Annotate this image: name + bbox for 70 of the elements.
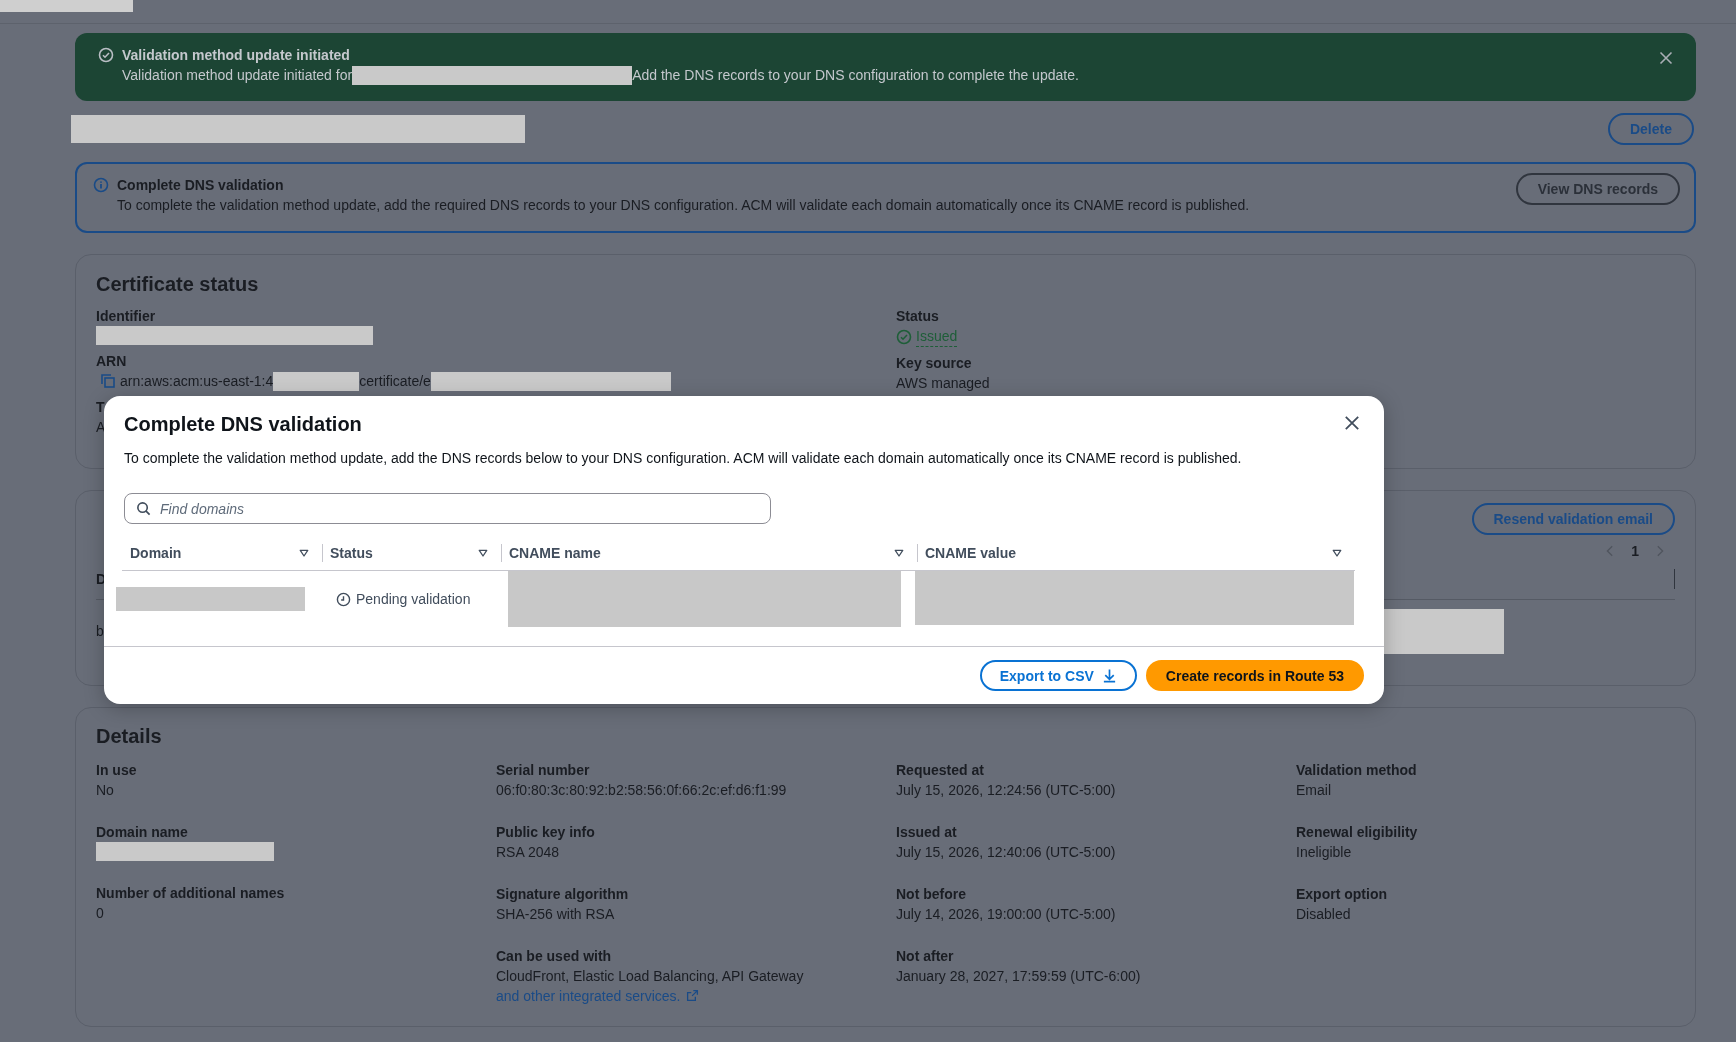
status-value: Issued: [916, 326, 958, 347]
external-link-icon: [686, 989, 700, 1002]
field-value: 06:f0:80:3c:80:92:b2:58:56:0f:66:2c:ef:d6:f1:99: [496, 781, 787, 800]
field-value: 0: [96, 904, 104, 923]
field-label: Issued at: [896, 823, 958, 842]
search-field[interactable]: Find domains: [124, 493, 771, 524]
field-label: Identifier: [96, 307, 157, 326]
message-text: Validation method update initiated for: [122, 66, 353, 85]
field-value: CloudFront, Elastic Load Balancing, API Gateway and other integrated services.: [496, 967, 805, 1006]
field-label: Can be used with: [496, 947, 613, 966]
column-header[interactable]: Status: [322, 536, 501, 570]
export-button[interactable]: Export to CSV: [979, 660, 1137, 691]
view-dns-records-button[interactable]: View DNS records: [1515, 173, 1680, 205]
column-header[interactable]: CNAME value: [917, 536, 1355, 570]
search-icon: [136, 501, 151, 516]
field-label: Public key info: [496, 823, 596, 842]
clock-icon: [336, 591, 351, 607]
sort-caret-icon: [893, 547, 905, 559]
field-value: AWS managed: [896, 374, 990, 393]
field-value: Ineligible: [1296, 843, 1352, 862]
field-label: Domain name: [96, 823, 189, 842]
flash-title: Validation method update initiated: [122, 46, 351, 65]
field-value: arn:aws:acm:us-east-1:4: [120, 372, 274, 391]
field-value: January 28, 2027, 17:59:59 (UTC-6:00): [896, 967, 1141, 986]
field-value: July 15, 2026, 12:40:06 (UTC-5:00): [896, 843, 1116, 862]
field-label: Status: [896, 307, 940, 326]
field-label: T: [96, 398, 106, 417]
field-label: Number of additional names: [96, 884, 286, 903]
status-text: Pending validation: [356, 591, 471, 607]
create-records-button[interactable]: Create records in Route 53: [1145, 660, 1364, 691]
field-label: Not before: [896, 885, 967, 904]
close-icon[interactable]: [1343, 414, 1361, 432]
alert-message: To complete the validation method update, add the required DNS records to your DNS configuration. ACM will validate each domain automatically once its CNAME record is published.: [117, 196, 1251, 215]
success-icon: [98, 47, 114, 63]
field-label: Renewal eligibility: [1296, 823, 1419, 842]
section-title: Certificate status: [96, 272, 260, 297]
field-label: ARN: [96, 352, 128, 371]
field-label: Export option: [1296, 885, 1388, 904]
field-value: July 15, 2026, 12:24:56 (UTC-5:00): [896, 781, 1116, 800]
field-value: RSA 2048: [496, 843, 560, 862]
modal-description: To complete the validation method update, add the DNS records below to your DNS configuration. ACM will validate each domain automatically once its CNAME record is published.: [124, 449, 1242, 468]
close-icon[interactable]: [1658, 50, 1674, 66]
section-title: Details: [96, 724, 163, 749]
field-value: Disabled: [1296, 905, 1351, 924]
field-label: Requested at: [896, 761, 985, 780]
field-value: No: [96, 781, 114, 800]
field-label: Not after: [896, 947, 955, 966]
copy-icon: [100, 373, 116, 389]
field-value: Email: [1296, 781, 1331, 800]
field-label: Signature algorithm: [496, 885, 630, 904]
sort-caret-icon: [1331, 547, 1343, 559]
sort-caret-icon: [477, 547, 489, 559]
field-label: Key source: [896, 354, 973, 373]
field-value: SHA-256 with RSA: [496, 905, 615, 924]
page-number[interactable]: 1: [1631, 543, 1639, 559]
field-value: certificate/e: [359, 372, 431, 391]
modal-title: Complete DNS validation: [124, 413, 362, 436]
column-header[interactable]: Domain: [122, 536, 322, 570]
field-value: July 14, 2026, 19:00:00 (UTC-5:00): [896, 905, 1116, 924]
field-label: Serial number: [496, 761, 591, 780]
table-cell: b: [96, 623, 104, 639]
sort-caret-icon: [298, 547, 310, 559]
field-label: Validation method: [1296, 761, 1418, 780]
field-label: In use: [96, 761, 138, 780]
download-icon: [1101, 668, 1117, 683]
message-text: Add the DNS records to your DNS configuration to complete the update.: [632, 66, 1079, 85]
column-header[interactable]: CNAME name: [501, 536, 917, 570]
info-icon: [93, 177, 109, 193]
success-icon: [896, 328, 912, 345]
alert-title: Complete DNS validation: [117, 176, 285, 195]
